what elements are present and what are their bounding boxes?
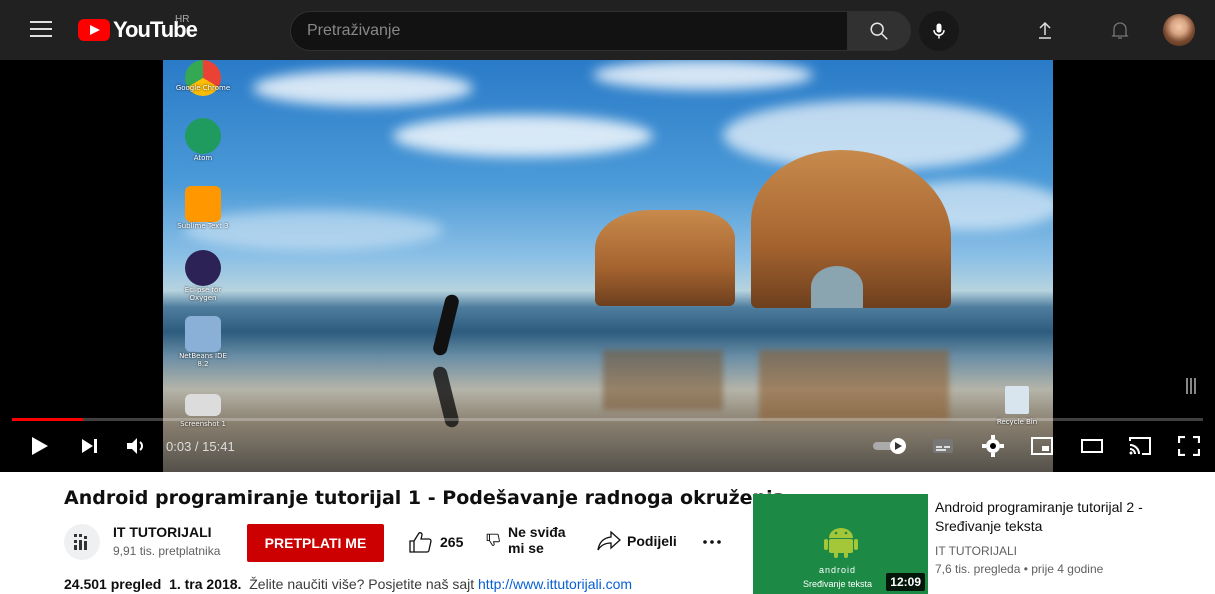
channel-avatar[interactable]	[64, 524, 100, 560]
cast-button[interactable]	[1127, 430, 1153, 462]
upload-icon	[1039, 21, 1051, 39]
progress-fill	[12, 418, 84, 421]
time-display: 0:03 / 15:41	[166, 439, 235, 454]
progress-bar[interactable]	[12, 418, 1203, 421]
video-title: Android programiranje tutorijal 1 - Pode…	[64, 487, 786, 509]
search-box	[290, 11, 847, 51]
upload-button[interactable]	[1033, 18, 1057, 42]
volume-button[interactable]	[124, 430, 150, 462]
notifications-button[interactable]	[1108, 18, 1132, 42]
description-link[interactable]: http://www.ittutorijali.com	[478, 576, 632, 592]
autoplay-toggle[interactable]	[872, 430, 908, 462]
region-code: HR	[175, 14, 190, 25]
more-actions-button[interactable]	[702, 532, 722, 552]
video-description: 24.501 pregled 1. tra 2018. Želite nauči…	[64, 576, 632, 592]
desktop-label: Screenshot 1	[180, 420, 226, 428]
eclipse-icon	[185, 250, 221, 286]
suggested-channel-name[interactable]: IT TUTORIJALI	[935, 544, 1017, 558]
recycle-bin-icon	[1005, 386, 1029, 414]
thumb-brand: android	[819, 565, 857, 575]
dislike-label-line2: mi se	[508, 540, 544, 556]
share-icon	[597, 531, 621, 551]
search-input[interactable]	[291, 12, 847, 50]
like-count: 265	[440, 534, 464, 550]
subtitles-icon	[933, 439, 953, 453]
play-button[interactable]	[28, 430, 52, 462]
upload-date: 1. tra 2018.	[169, 576, 242, 592]
autoplay-icon	[873, 438, 906, 454]
gear-icon	[982, 435, 1004, 457]
play-icon	[32, 437, 48, 455]
theater-mode-button[interactable]	[1079, 430, 1105, 462]
desktop-label: Google Chrome	[175, 84, 231, 92]
share-button[interactable]: Podijeli	[597, 531, 677, 551]
fullscreen-icon	[1178, 436, 1200, 456]
channel-name[interactable]: IT TUTORIJALI	[113, 524, 212, 540]
fullscreen-button[interactable]	[1176, 430, 1202, 462]
dislike-button[interactable]: Ne sviđa mi se	[486, 524, 566, 556]
sublime-icon	[185, 186, 221, 222]
volume-icon	[127, 438, 143, 454]
cast-icon	[1129, 437, 1151, 455]
description-text: Želite naučiti više? Posjetite naš sajt	[249, 576, 475, 592]
suggested-video-meta: 7,6 tis. pregleda • prije 4 godine	[935, 562, 1104, 576]
top-bar: YouTube HR	[0, 0, 1215, 60]
miniplayer-icon	[1031, 437, 1053, 455]
desktop-label: Atom	[193, 154, 213, 162]
miniplayer-button[interactable]	[1029, 430, 1055, 462]
avatar[interactable]	[1163, 14, 1195, 46]
next-button[interactable]	[78, 430, 102, 462]
subtitles-button[interactable]	[930, 430, 956, 462]
like-button[interactable]: 265	[408, 531, 463, 553]
search-icon	[870, 22, 888, 40]
youtube-play-icon	[78, 19, 110, 41]
suggested-video-thumbnail[interactable]: android Sređivanje teksta 12:09	[753, 494, 928, 594]
video-player[interactable]: Google Chrome Atom Sublime Text 3 Eclips…	[0, 60, 1215, 472]
search-button[interactable]	[847, 11, 911, 51]
channel-logo-icon	[74, 534, 87, 550]
subscriber-count: 9,91 tis. pretplatnika	[113, 544, 221, 558]
video-frame[interactable]: Google Chrome Atom Sublime Text 3 Eclips…	[163, 60, 1053, 472]
desktop-label: NetBeans IDE 8.2	[179, 352, 227, 368]
menu-icon[interactable]	[30, 21, 52, 39]
settings-button[interactable]	[980, 430, 1006, 462]
more-horiz-icon	[703, 540, 721, 544]
runner-figure	[431, 293, 461, 357]
screenshot-icon	[185, 394, 221, 416]
voice-search-button[interactable]	[919, 11, 959, 51]
atom-icon	[185, 118, 221, 154]
theater-icon	[1081, 439, 1103, 453]
video-duration-badge: 12:09	[886, 573, 925, 591]
share-label: Podijeli	[627, 533, 677, 549]
thumb-caption: Sređivanje teksta	[803, 579, 873, 589]
suggested-video-title[interactable]: Android programiranje tutorijal 2 - Sređ…	[935, 498, 1155, 536]
mic-icon	[933, 23, 945, 39]
info-dots-icon	[1186, 378, 1198, 394]
android-icon	[824, 528, 858, 558]
desktop-label: Sublime Text 3	[177, 222, 229, 230]
subscribe-button[interactable]: PRETPLATI ME	[247, 524, 384, 562]
next-icon	[82, 439, 97, 453]
thumbs-up-icon	[409, 532, 432, 553]
dislike-label-line1: Ne sviđa	[508, 524, 566, 540]
thumbs-down-icon	[486, 533, 500, 546]
desktop-label: Eclipse for Oxygen	[184, 286, 222, 302]
rock-arch-small	[595, 210, 735, 306]
view-count: 24.501 pregled	[64, 576, 162, 592]
netbeans-icon	[185, 316, 221, 352]
bell-icon	[1111, 22, 1129, 39]
